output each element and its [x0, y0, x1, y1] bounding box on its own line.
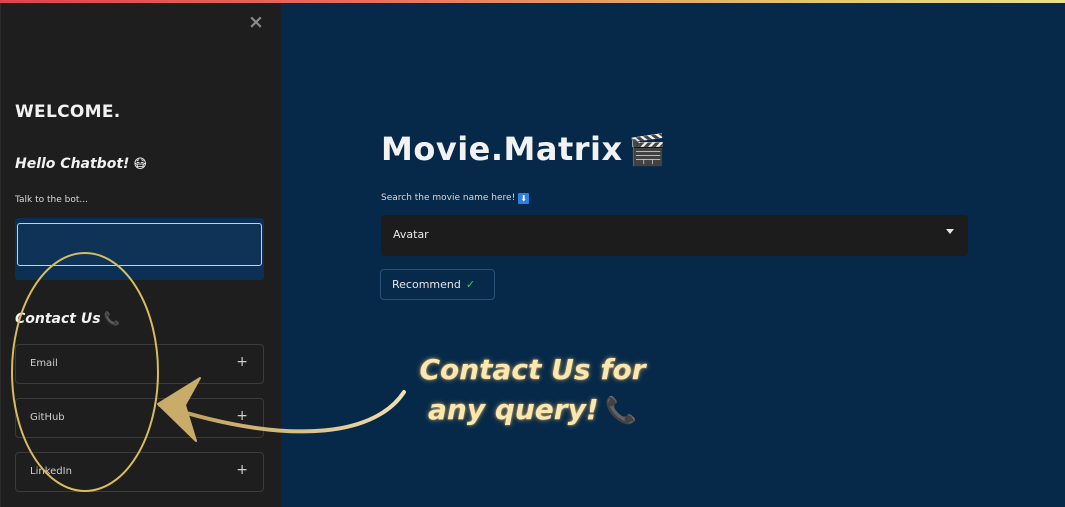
chatbot-heading-text: Hello Chatbot!	[15, 156, 130, 172]
expander-label-linkedin: LinkedIn	[30, 466, 72, 477]
chat-input[interactable]	[17, 223, 262, 266]
chat-input-label: Talk to the bot...	[15, 195, 88, 205]
movie-select-label: Search the movie name here! ⬇	[381, 193, 530, 204]
top-decoration-bar	[0, 0, 1065, 3]
recommend-button-label: Recommend	[392, 278, 461, 291]
down-arrow-icon: ⬇	[518, 193, 530, 204]
check-icon: ✓	[465, 278, 476, 291]
page-title: Movie.Matrix 🎬	[381, 130, 667, 168]
callout-line-2: any query! 📞	[400, 390, 665, 431]
chevron-down-icon	[946, 229, 954, 234]
recommend-button[interactable]: Recommend ✓	[380, 269, 495, 300]
github-expander[interactable]: GitHub +	[15, 398, 264, 438]
contact-heading: Contact Us 📞	[15, 311, 120, 327]
expander-label-github: GitHub	[30, 412, 65, 423]
phone-icon: 📞	[604, 396, 637, 426]
plus-icon: +	[236, 462, 248, 478]
chatbot-heading: Hello Chatbot! 😷	[15, 156, 147, 172]
chat-input-container	[15, 218, 264, 280]
expander-label-email: Email	[30, 358, 58, 369]
movie-select-label-text: Search the movie name here!	[381, 193, 516, 203]
contact-heading-text: Contact Us	[15, 311, 101, 327]
plus-icon: +	[236, 408, 248, 424]
sidebar: × WELCOME. Hello Chatbot! 😷 Talk to the b…	[0, 0, 281, 507]
annotation-callout: Contact Us for any query! 📞	[400, 350, 665, 431]
close-sidebar-button[interactable]: ×	[246, 12, 266, 32]
selected-movie: Avatar	[393, 228, 429, 241]
welcome-heading: WELCOME.	[15, 102, 121, 122]
clapperboard-icon: 🎬	[628, 133, 667, 168]
movie-select[interactable]: Avatar	[381, 215, 968, 256]
plus-icon: +	[236, 354, 248, 370]
page-title-text: Movie.Matrix	[381, 130, 623, 168]
callout-line-2-text: any query!	[428, 393, 599, 426]
callout-line-1: Contact Us for	[419, 353, 646, 386]
linkedin-expander[interactable]: LinkedIn +	[15, 452, 264, 492]
mask-emoji-icon: 😷	[133, 157, 147, 172]
phone-icon: 📞	[103, 312, 120, 327]
email-expander[interactable]: Email +	[15, 344, 264, 384]
